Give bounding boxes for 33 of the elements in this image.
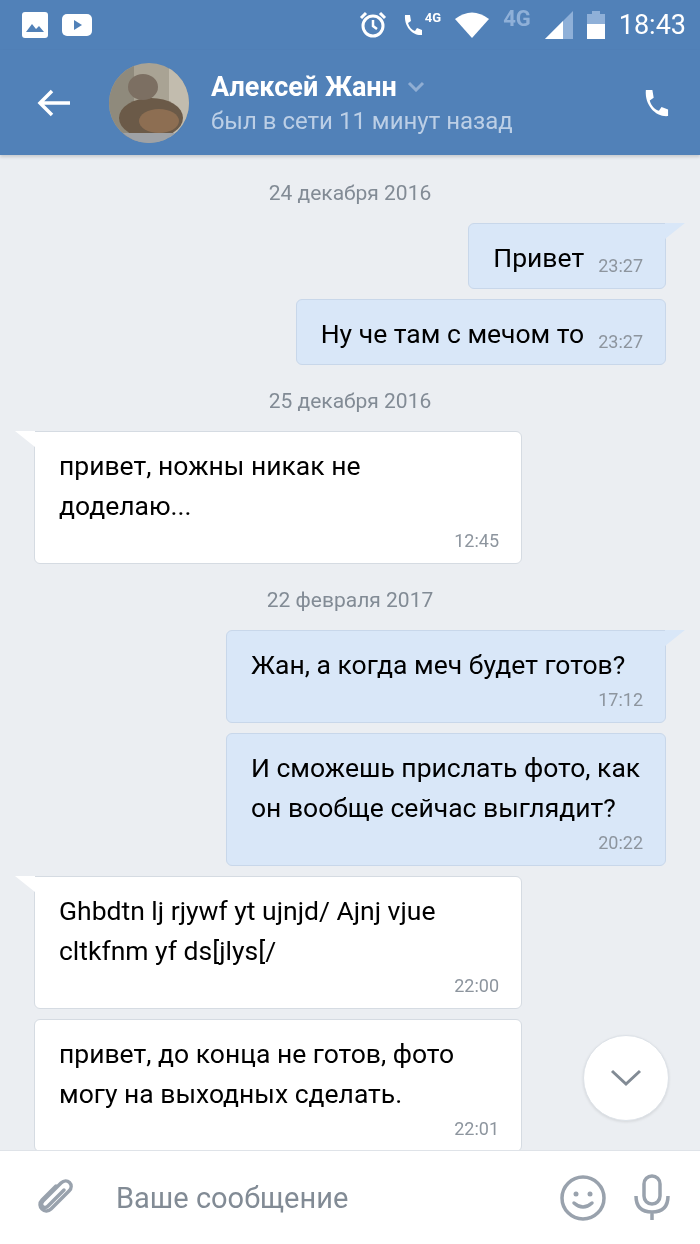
smile-icon[interactable] <box>560 1174 606 1221</box>
last-seen-status: был в сети 11 минут назад <box>211 106 513 135</box>
message-text: И сможешь прислать фото, как он вообще сейчас выглядит? <box>251 751 642 825</box>
message-text: привет, ножны никак не доделаю... <box>59 449 362 523</box>
chevron-down-icon[interactable] <box>406 81 425 92</box>
back-icon[interactable] <box>36 87 72 118</box>
contact-name[interactable]: Алексей Жанн <box>211 70 397 103</box>
message-text: Ghbdtn lj rjywf yt ujnjd/ Ajnj vjue cltkfnm yf ds[jlys[/ <box>59 894 437 968</box>
message-time: 22:00 <box>453 975 499 996</box>
status-time: 18:43 <box>618 9 686 41</box>
message-text: привет, до конца не готов, фото могу на выходных сделать. <box>59 1037 456 1111</box>
message-text: Жан, а когда меч будет готов? <box>251 648 626 682</box>
signal-icon <box>544 11 573 39</box>
network-label: 4G <box>503 6 531 31</box>
play-icon <box>62 14 92 36</box>
network-label: 4G <box>424 10 442 25</box>
date-label: 22 февраля 2017 <box>266 588 434 612</box>
message-time: 22:01 <box>453 1118 499 1139</box>
wifi-icon <box>455 12 490 38</box>
message-time: 17:12 <box>597 689 643 710</box>
message-time: 23:27 <box>597 331 643 352</box>
date-label: 25 декабря 2016 <box>268 389 432 413</box>
message-time: 12:45 <box>453 530 499 551</box>
alarm-icon <box>358 11 387 39</box>
message-text: Привет <box>493 241 585 275</box>
message-text: Ну че там с мечом то <box>320 317 585 351</box>
message-time: 23:27 <box>597 255 643 276</box>
battery-icon <box>586 11 605 39</box>
chevron-down-icon <box>610 1069 642 1087</box>
microphone-icon[interactable] <box>632 1173 672 1222</box>
date-label: 24 декабря 2016 <box>268 181 432 205</box>
message-time: 20:22 <box>597 832 643 853</box>
image-icon <box>22 12 48 38</box>
